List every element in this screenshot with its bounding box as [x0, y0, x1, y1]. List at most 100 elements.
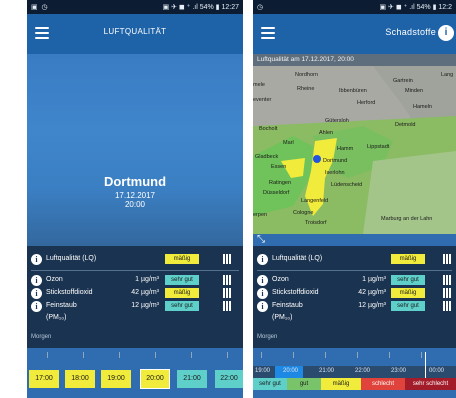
map-label: Nordhorn — [295, 72, 318, 78]
morgen-label: Morgen — [31, 334, 52, 340]
status-badge: mäßig — [165, 288, 199, 298]
legend-item: mäßig — [321, 378, 361, 390]
map-icon[interactable] — [443, 254, 451, 264]
row-label: Stickstoffdioxid — [272, 289, 319, 296]
phone-screen-right: ◷ ▣ ✈ ◼ ⁺ .ıl 54% ▮ 12:2 Schadstoffe i L… — [253, 0, 456, 398]
color-legend: sehr gut gut mäßig schlecht sehr schlech… — [253, 378, 456, 390]
status-bar: ◷ ▣ ✈ ◼ ⁺ .ıl 54% ▮ 12:2 — [253, 0, 456, 14]
info-icon[interactable]: i — [257, 275, 268, 286]
row-feinstaub[interactable]: i Feinstaub 12 µg/m³ sehr gut — [253, 299, 456, 315]
pollutant-panel: i Luftqualität (LQ) mäßig i Ozon 1 µg/m³… — [27, 246, 243, 348]
hour-button-selected[interactable]: 20:00 — [140, 369, 170, 389]
map-icon[interactable] — [443, 288, 451, 298]
divider — [31, 270, 239, 271]
timeline-ticks — [27, 352, 243, 360]
map-label: Lang — [441, 72, 454, 78]
hour-button[interactable]: 18:00 — [65, 370, 95, 388]
row-value: 1 µg/m³ — [135, 276, 159, 283]
row-value: 1 µg/m³ — [362, 276, 386, 283]
map-icon[interactable] — [223, 254, 231, 264]
info-icon[interactable]: i — [257, 301, 268, 312]
row-label: Ozon — [272, 276, 289, 283]
map-label: Marl — [283, 140, 294, 146]
map-icon[interactable] — [223, 301, 231, 311]
map-label: Ibbenbüren — [339, 88, 367, 94]
map-label: Rheine — [297, 86, 315, 92]
status-right: ▣ ✈ ◼ ⁺ .ıl 54% ▮ 12:27 — [162, 4, 239, 11]
row-label: Luftqualität (LQ) — [46, 255, 97, 262]
row-value: 42 µg/m³ — [358, 289, 386, 296]
map-label: Langenfeld — [301, 198, 329, 204]
map-label: Düsseldorf — [263, 190, 290, 196]
page-title: Schadstoffe — [385, 27, 436, 37]
map-header: Luftqualität am 17.12.2017, 20:00 — [253, 54, 456, 66]
info-icon[interactable]: i — [31, 301, 42, 312]
page-title: LUFTQUALITÄT — [103, 27, 167, 36]
row-value: 42 µg/m³ — [131, 289, 159, 296]
morgen-label: Morgen — [257, 334, 278, 340]
legend-item: sehr schlecht — [405, 378, 456, 390]
info-icon[interactable]: i — [257, 288, 268, 299]
map-label: Marburg an der Lahn — [381, 216, 433, 222]
map-label: Essen — [271, 164, 287, 170]
app-bar: Schadstoffe i — [253, 14, 456, 54]
map-label: Cologne — [293, 210, 314, 216]
status-badge: mäßig — [165, 254, 199, 264]
map-label: Herford — [357, 100, 376, 106]
status-badge: sehr gut — [391, 275, 425, 285]
row-air-quality[interactable]: i Luftqualität (LQ) mäßig — [253, 252, 456, 268]
menu-icon[interactable] — [261, 27, 275, 39]
map-icon[interactable] — [223, 288, 231, 298]
hour-button[interactable]: 21:00 — [177, 370, 207, 388]
map-icon[interactable] — [223, 275, 231, 285]
hour-button[interactable]: 19:00 — [101, 370, 131, 388]
hour-button[interactable]: 22:00 — [215, 370, 243, 388]
time-slider-handle[interactable] — [425, 352, 426, 378]
row-label: Luftqualität (LQ) — [272, 255, 323, 262]
row-value: 12 µg/m³ — [358, 302, 386, 309]
hour-selector: 17:00 18:00 19:00 20:00 21:00 22:00 — [27, 369, 243, 390]
map-label: mele — [253, 82, 265, 88]
row-sublabel: (PM₁₀) — [46, 314, 67, 321]
status-bar: ▣ ◷ ▣ ✈ ◼ ⁺ .ıl 54% ▮ 12:27 — [27, 0, 243, 14]
map-icon[interactable] — [443, 275, 451, 285]
map-label: eventer — [253, 97, 272, 103]
time-label: 20:00 — [124, 200, 146, 209]
row-label: Ozon — [46, 276, 63, 283]
map-label: Ratingen — [269, 180, 292, 186]
info-icon[interactable]: i — [31, 288, 42, 299]
status-badge: mäßig — [391, 254, 425, 264]
city-name: Dortmund — [103, 174, 167, 189]
row-label: Feinstaub — [272, 302, 303, 309]
row-feinstaub[interactable]: i Feinstaub 12 µg/m³ sehr gut — [27, 299, 243, 315]
row-air-quality[interactable]: i Luftqualität (LQ) mäßig — [27, 252, 243, 268]
row-label: Stickstoffdioxid — [46, 289, 93, 296]
info-icon[interactable]: i — [438, 25, 454, 41]
map-label: Lippstadt — [367, 144, 390, 150]
location-marker-icon — [313, 155, 321, 163]
row-label: Feinstaub — [46, 302, 77, 309]
map-label: Bocholt — [259, 126, 278, 132]
time-label: 23:00 — [391, 368, 407, 374]
row-value: 12 µg/m³ — [131, 302, 159, 309]
time-label: 22:00 — [355, 368, 371, 374]
row-sublabel: (PM₁₀) — [272, 314, 293, 321]
info-icon[interactable]: i — [31, 254, 42, 265]
status-badge: mäßig — [391, 288, 425, 298]
status-left: ▣ ◷ — [31, 4, 49, 11]
expand-icon[interactable]: ⤡ — [257, 234, 271, 246]
status-left: ◷ — [257, 4, 265, 11]
legend-item: schlecht — [361, 378, 405, 390]
info-icon[interactable]: i — [31, 275, 42, 286]
legend-item: sehr gut — [253, 378, 287, 390]
pollution-map[interactable]: Nordhorn Gartrein Lang mele Rheine Ibben… — [253, 66, 456, 234]
time-label: 00:00 — [429, 368, 445, 374]
time-label: 20:00 — [283, 368, 299, 374]
map-icon[interactable] — [443, 301, 451, 311]
phone-screen-left: ▣ ◷ ▣ ✈ ◼ ⁺ .ıl 54% ▮ 12:27 LUFTQUALITÄT… — [27, 0, 243, 398]
info-icon[interactable]: i — [257, 254, 268, 265]
hour-button[interactable]: 17:00 — [29, 370, 59, 388]
status-badge: sehr gut — [165, 275, 199, 285]
status-badge: sehr gut — [165, 301, 199, 311]
map-label: Hameln — [413, 104, 432, 110]
